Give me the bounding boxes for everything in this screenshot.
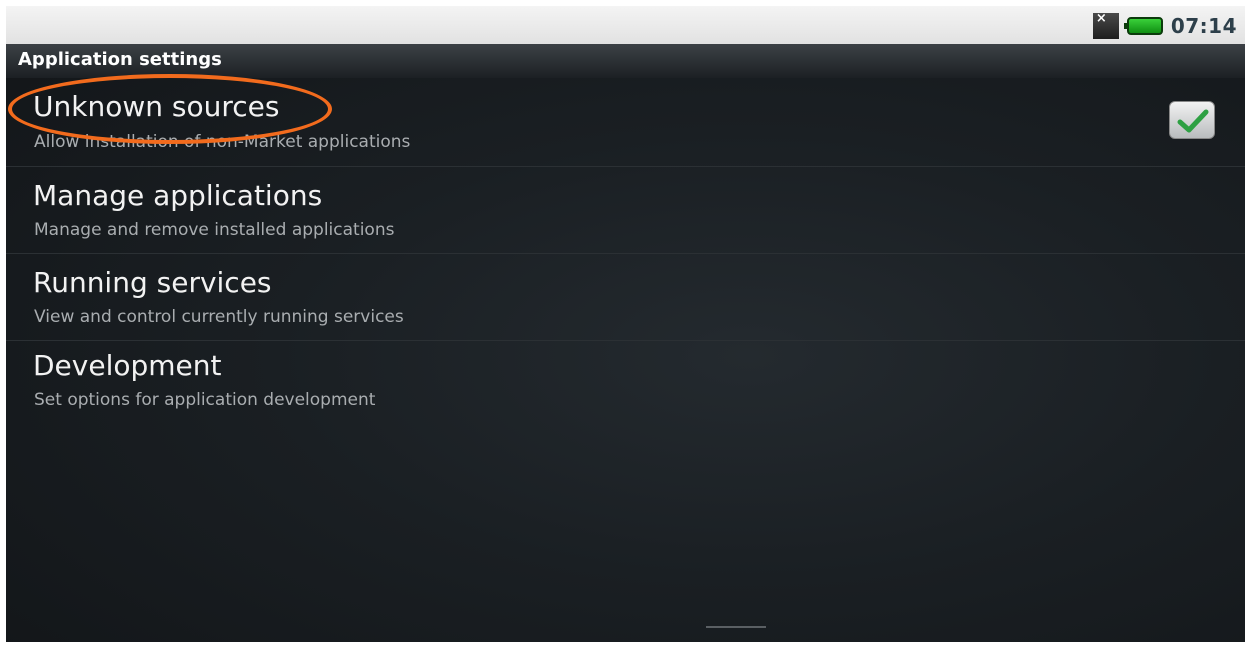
unknown-sources-checkbox[interactable] xyxy=(1169,101,1215,139)
setting-summary: Set options for application development xyxy=(34,390,376,410)
highlight-ellipse xyxy=(8,74,332,144)
screen-glare xyxy=(706,626,766,628)
device-screen: × 07:14 Application settings Unknown sou… xyxy=(6,6,1245,642)
status-icons: × 07:14 xyxy=(1092,11,1237,40)
setting-development[interactable]: Development Set options for application … xyxy=(6,341,1245,427)
battery-full-icon xyxy=(1123,17,1163,35)
signal-x-glyph: × xyxy=(1095,11,1107,26)
checkmark-icon xyxy=(1177,109,1209,133)
setting-title: Development xyxy=(33,349,222,382)
status-bar: × 07:14 xyxy=(6,6,1245,44)
setting-summary: Manage and remove installed applications xyxy=(34,220,395,240)
title-bar: Application settings xyxy=(6,44,1245,78)
setting-title: Running services xyxy=(33,266,272,299)
status-clock: 07:14 xyxy=(1170,14,1237,38)
setting-manage-applications[interactable]: Manage applications Manage and remove in… xyxy=(6,167,1245,253)
setting-title: Manage applications xyxy=(33,179,323,212)
setting-summary: View and control currently running servi… xyxy=(34,307,404,327)
page-title: Application settings xyxy=(18,49,222,70)
setting-running-services[interactable]: Running services View and control curren… xyxy=(6,254,1245,340)
no-signal-icon: × xyxy=(1092,11,1119,39)
